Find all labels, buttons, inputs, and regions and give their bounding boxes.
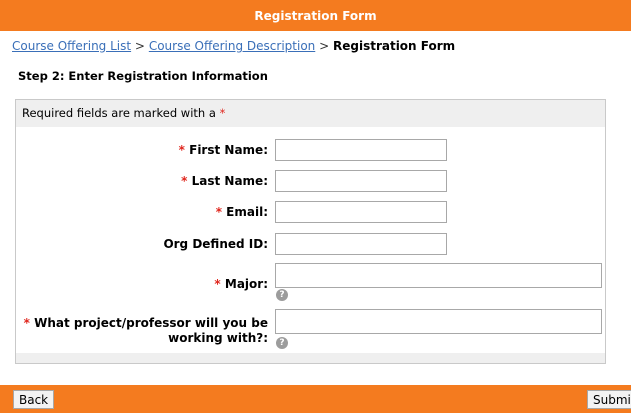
first-name-label: * First Name:	[178, 143, 268, 157]
breadcrumb-course-offering-description[interactable]: Course Offering Description	[149, 39, 315, 53]
org-defined-id-label: Org Defined ID:	[163, 237, 268, 251]
step-title: Step 2: Enter Registration Information	[18, 69, 268, 83]
required-marker: *	[214, 277, 221, 291]
last-name-label: * Last Name:	[181, 174, 268, 188]
required-marker: *	[23, 316, 30, 330]
breadcrumb-course-offering-list[interactable]: Course Offering List	[12, 39, 131, 53]
breadcrumb-separator: >	[134, 39, 145, 53]
page-title: Registration Form	[254, 8, 377, 23]
form-body: * First Name: * Last Name: * Email: Org …	[16, 127, 605, 353]
major-label: * Major:	[214, 277, 268, 291]
major-field[interactable]	[275, 263, 602, 288]
last-name-field[interactable]	[275, 170, 447, 192]
required-marker: *	[219, 106, 226, 120]
required-note-text: Required fields are marked with a	[22, 106, 216, 120]
breadcrumb-separator: >	[319, 39, 330, 53]
breadcrumb-current: Registration Form	[332, 39, 456, 53]
first-name-field[interactable]	[275, 139, 447, 161]
project-professor-field[interactable]	[275, 309, 602, 334]
project-professor-help-icon[interactable]: ?	[276, 337, 288, 349]
submit-button[interactable]: Submit	[587, 390, 631, 409]
required-marker: *	[181, 174, 188, 188]
footer-bar: Back Submit	[0, 385, 631, 413]
required-note: Required fields are marked with a *	[16, 100, 605, 126]
required-marker: *	[178, 143, 185, 157]
required-marker: *	[215, 205, 222, 219]
email-field[interactable]	[275, 201, 447, 223]
project-professor-label: * What project/professor will you be wor…	[23, 316, 268, 345]
email-label: * Email:	[215, 205, 268, 219]
major-help-icon[interactable]: ?	[276, 289, 288, 301]
org-defined-id-field[interactable]	[275, 233, 447, 255]
header-bar: Registration Form	[0, 0, 631, 31]
breadcrumb: Course Offering List > Course Offering D…	[12, 39, 455, 53]
registration-panel: Required fields are marked with a * * Fi…	[15, 99, 606, 364]
back-button[interactable]: Back	[13, 390, 55, 409]
